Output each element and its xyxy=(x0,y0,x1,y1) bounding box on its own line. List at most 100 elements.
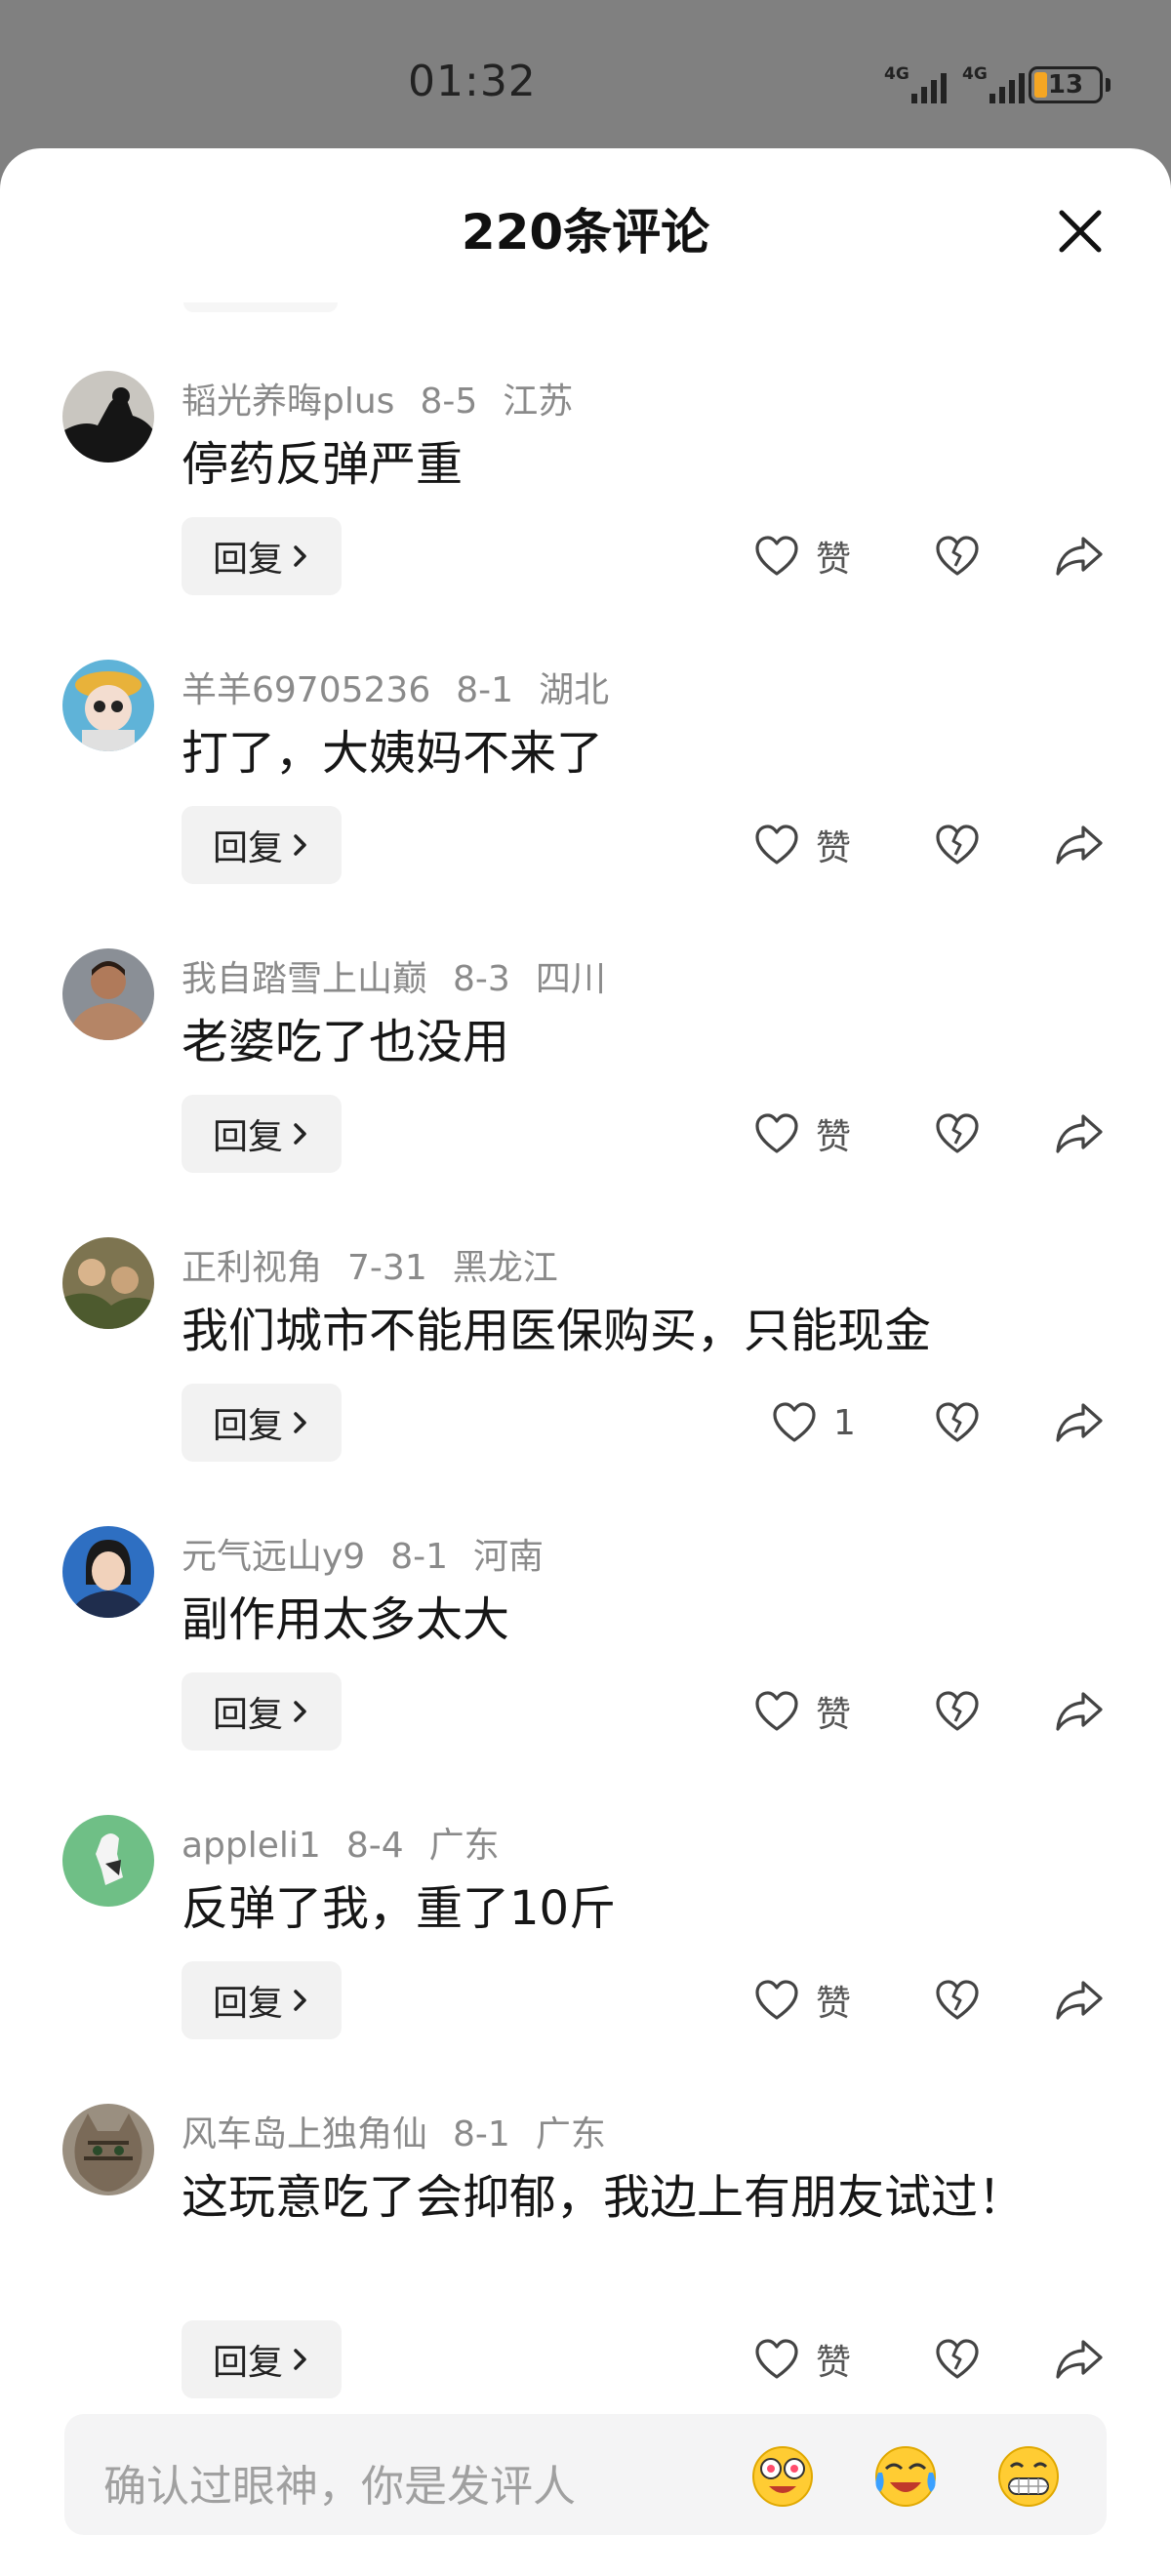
like-button[interactable]: 赞 xyxy=(753,1672,870,1751)
heart-outline-icon xyxy=(773,1402,816,1442)
reply-label: 回复 xyxy=(212,1406,283,1446)
dislike-button[interactable] xyxy=(933,806,986,884)
username[interactable]: 我自踏雪上山巅 xyxy=(182,959,427,999)
reply-button[interactable]: 回复 xyxy=(182,517,342,595)
comment-meta: 元气远山y9 8-1 河南 xyxy=(182,1528,569,1579)
dislike-button[interactable] xyxy=(933,1672,986,1751)
heart-outline-icon xyxy=(755,1691,798,1731)
username[interactable]: appleli1 xyxy=(182,1826,321,1866)
like-label: 赞 xyxy=(816,1695,852,1735)
avatar[interactable] xyxy=(62,371,154,463)
battery-icon: 13 xyxy=(1029,66,1103,103)
comment-meta: appleli1 8-4 广东 xyxy=(182,1817,525,1868)
like-button[interactable]: 赞 xyxy=(753,2320,870,2398)
comment-region: 四川 xyxy=(535,959,606,999)
username[interactable]: 羊羊69705236 xyxy=(182,670,430,710)
comment-meta: 羊羊69705236 8-1 湖北 xyxy=(182,662,634,712)
comment-meta: 我自踏雪上山巅 8-3 四川 xyxy=(182,950,631,1001)
avatar[interactable] xyxy=(62,2104,154,2195)
crying-laugh-emoji-icon[interactable] xyxy=(870,2439,941,2510)
reply-label: 回复 xyxy=(212,1984,283,2024)
comment-date: 7-31 xyxy=(347,1248,427,1288)
star-eyes-emoji-icon[interactable] xyxy=(747,2439,818,2510)
comments-count-title: 220条评论 xyxy=(461,204,710,261)
heart-outline-icon xyxy=(755,825,798,865)
reply-label: 回复 xyxy=(212,1695,283,1735)
chevron-right-icon xyxy=(294,1990,306,2011)
share-button[interactable] xyxy=(1054,517,1107,595)
share-button[interactable] xyxy=(1054,1961,1107,2039)
share-arrow-icon xyxy=(1056,1403,1103,1442)
reply-button[interactable]: 回复 xyxy=(182,1095,342,1173)
dislike-button[interactable] xyxy=(933,1095,986,1173)
comment-text: 副作用太多太大 xyxy=(182,1592,510,1647)
comment-text: 我们城市不能用医保购买，只能现金 xyxy=(182,1304,932,1358)
status-bar: 01:32 4G 4G 13 xyxy=(0,0,1171,166)
share-arrow-icon xyxy=(1056,1692,1103,1731)
battery-tip xyxy=(1106,78,1110,92)
comment-region: 江苏 xyxy=(503,382,574,422)
share-button[interactable] xyxy=(1054,1672,1107,1751)
like-button[interactable]: 赞 xyxy=(753,806,870,884)
like-label: 赞 xyxy=(816,1117,852,1157)
avatar[interactable] xyxy=(62,660,154,751)
dislike-button[interactable] xyxy=(933,2320,986,2398)
share-arrow-icon xyxy=(1056,537,1103,576)
like-label: 赞 xyxy=(816,2343,852,2383)
reply-button[interactable]: 回复 xyxy=(182,2320,342,2398)
avatar[interactable] xyxy=(62,948,154,1040)
comment-list[interactable]: 韬光养晦plus 8-5 江苏 停药反弹严重 回复 赞 羊羊69705236 8… xyxy=(0,371,1171,2545)
username[interactable]: 风车岛上独角仙 xyxy=(182,2114,427,2154)
chevron-right-icon xyxy=(294,2349,306,2370)
comment-region: 广东 xyxy=(428,1826,500,1866)
like-label: 赞 xyxy=(816,1984,852,2024)
dislike-button[interactable] xyxy=(933,1961,986,2039)
signal-bars-icon xyxy=(989,73,1025,103)
reply-button[interactable]: 回复 xyxy=(182,806,342,884)
like-button[interactable]: 1 xyxy=(771,1384,888,1462)
reply-label: 回复 xyxy=(212,828,283,868)
share-button[interactable] xyxy=(1054,2320,1107,2398)
reply-button[interactable]: 回复 xyxy=(182,1672,342,1751)
share-button[interactable] xyxy=(1054,1095,1107,1173)
chevron-right-icon xyxy=(294,834,306,856)
comment-input-placeholder: 确认过眼神，你是发评人 xyxy=(103,2462,576,2512)
comment-region: 黑龙江 xyxy=(452,1248,558,1288)
share-arrow-icon xyxy=(1056,825,1103,865)
comment-date: 8-1 xyxy=(453,2114,510,2154)
comment-date: 8-4 xyxy=(345,1826,404,1866)
broken-heart-icon xyxy=(936,1980,979,2020)
reply-button[interactable]: 回复 xyxy=(182,1961,342,2039)
dislike-button[interactable] xyxy=(933,1384,986,1462)
comment-text: 停药反弹严重 xyxy=(182,437,464,492)
username[interactable]: 韬光养晦plus xyxy=(182,382,394,422)
avatar[interactable] xyxy=(62,1237,154,1329)
share-button[interactable] xyxy=(1054,806,1107,884)
previous-reply-button-edge xyxy=(183,302,338,312)
like-button[interactable]: 赞 xyxy=(753,1961,870,2039)
comment-region: 湖北 xyxy=(539,670,610,710)
broken-heart-icon xyxy=(936,825,979,865)
avatar[interactable] xyxy=(62,1815,154,1907)
share-arrow-icon xyxy=(1056,1114,1103,1153)
comment-input[interactable]: 确认过眼神，你是发评人 xyxy=(64,2414,1107,2535)
close-button[interactable] xyxy=(1052,203,1109,260)
comment-meta: 风车岛上独角仙 8-1 广东 xyxy=(182,2106,631,2156)
like-button[interactable]: 赞 xyxy=(753,1095,870,1173)
status-time: 01:32 xyxy=(408,57,537,106)
grinning-emoji-icon[interactable] xyxy=(993,2439,1064,2510)
comment-date: 8-1 xyxy=(390,1537,449,1577)
avatar[interactable] xyxy=(62,1526,154,1618)
comment-date: 8-3 xyxy=(453,959,510,999)
battery-level: 13 xyxy=(1047,70,1084,100)
like-button[interactable]: 赞 xyxy=(753,517,870,595)
reply-button[interactable]: 回复 xyxy=(182,1384,342,1462)
chevron-right-icon xyxy=(294,1701,306,1722)
username[interactable]: 元气远山y9 xyxy=(182,1537,365,1577)
share-arrow-icon xyxy=(1056,2340,1103,2379)
share-button[interactable] xyxy=(1054,1384,1107,1462)
dislike-button[interactable] xyxy=(933,517,986,595)
chevron-right-icon xyxy=(294,1412,306,1433)
username[interactable]: 正利视角 xyxy=(182,1248,322,1288)
comment-text: 打了，大姨妈不来了 xyxy=(182,726,604,781)
